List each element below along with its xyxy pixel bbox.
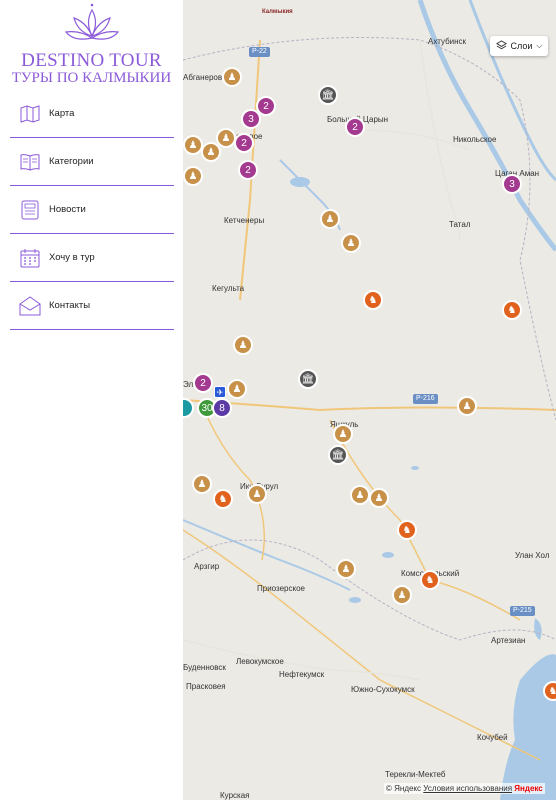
- monument-marker-icon[interactable]: ♟: [392, 585, 412, 605]
- cluster-marker[interactable]: 2: [345, 117, 365, 137]
- monument-marker-icon[interactable]: ♟: [183, 135, 203, 155]
- deer-marker-icon[interactable]: ♞: [363, 290, 383, 310]
- monument-marker-icon[interactable]: ♟: [320, 209, 340, 229]
- monument-marker-icon[interactable]: ♟: [333, 424, 353, 444]
- menu-item-news[interactable]: Новости: [10, 186, 174, 234]
- place-label: Прасковея: [186, 682, 226, 691]
- cluster-marker[interactable]: 2: [238, 160, 258, 180]
- road-badge: Р-215: [510, 606, 535, 616]
- map-top-logo: Калмыкия: [262, 9, 293, 15]
- place-label: Левокумское: [236, 657, 284, 666]
- terms-link[interactable]: Условия использования: [423, 784, 512, 793]
- museum-marker-icon[interactable]: 🏛: [328, 445, 348, 465]
- menu-item-label: Хочу в тур: [49, 252, 95, 263]
- brand-subtitle: ТУРЫ ПО КАЛМЫКИИ: [11, 70, 172, 86]
- place-label: Южно-Сухокумск: [351, 685, 415, 694]
- layers-icon: [495, 39, 507, 53]
- deer-marker-icon[interactable]: ♞: [397, 520, 417, 540]
- newspaper-icon: [19, 199, 41, 221]
- place-label: Абганерово: [183, 73, 227, 82]
- copyright-text: © Яндекс: [386, 784, 422, 793]
- place-label: Кегульта: [212, 284, 245, 293]
- deer-marker-icon[interactable]: ♞: [502, 300, 522, 320]
- monument-marker-icon[interactable]: ♟: [336, 559, 356, 579]
- lotus-logo-icon: [0, 2, 183, 57]
- monument-marker-icon[interactable]: ♟: [369, 488, 389, 508]
- deer-marker-icon[interactable]: ♞: [213, 489, 233, 509]
- place-label: Приозерское: [257, 584, 305, 593]
- yandex-logo[interactable]: Яндекс: [514, 784, 542, 793]
- calendar-icon: [19, 247, 41, 269]
- monument-marker-icon[interactable]: ♟: [192, 474, 212, 494]
- monument-marker-icon[interactable]: ♟: [183, 166, 203, 186]
- airport-icon[interactable]: ✈: [214, 386, 226, 398]
- layers-label: Слои: [510, 41, 533, 51]
- cluster-marker[interactable]: 3: [502, 174, 522, 194]
- place-label: Курская: [220, 791, 250, 800]
- museum-marker-icon[interactable]: 🏛: [318, 85, 338, 105]
- cluster-marker[interactable]: 2: [234, 133, 254, 153]
- monument-marker-icon[interactable]: ♟: [227, 379, 247, 399]
- menu-item-label: Контакты: [49, 300, 91, 311]
- menu-item-tour-request[interactable]: Хочу в тур: [10, 234, 174, 282]
- layers-button[interactable]: Слои ⌵: [490, 36, 548, 56]
- cluster-marker[interactable]: 3: [241, 109, 261, 129]
- menu-item-map[interactable]: Карта: [10, 90, 174, 138]
- sidebar: DESTINO TOUR ТУРЫ ПО КАЛМЫКИИ Карта Кате…: [0, 0, 183, 800]
- monument-marker-icon[interactable]: ♟: [341, 233, 361, 253]
- map-copyright: © Яндекс Условия использования Яндекс: [384, 783, 545, 794]
- place-label: Улан Хол: [515, 551, 550, 560]
- mail-icon: [19, 295, 41, 317]
- place-label: Нефтекумск: [279, 670, 325, 679]
- menu-item-contacts[interactable]: Контакты: [10, 282, 174, 330]
- deer-marker-icon[interactable]: ♞: [543, 681, 556, 701]
- cluster-marker[interactable]: 8: [212, 398, 232, 418]
- monument-marker-icon[interactable]: ♟: [350, 485, 370, 505]
- menu-item-label: Категории: [49, 156, 94, 167]
- place-label: Никольское: [453, 135, 497, 144]
- place-label: Ахтубинск: [428, 37, 467, 46]
- monument-marker-icon[interactable]: ♟: [457, 396, 477, 416]
- place-label: Арзгир: [194, 562, 220, 571]
- place-label: Кочубей: [477, 733, 508, 742]
- museum-marker-icon[interactable]: 🏛: [298, 369, 318, 389]
- menu-item-label: Карта: [49, 108, 75, 119]
- brand-title: DESTINO TOUR: [21, 50, 162, 71]
- main-menu: Карта Категории Новости Хочу в тур Конта…: [10, 90, 174, 330]
- place-label: Кетченеры: [224, 216, 265, 225]
- cluster-marker[interactable]: 2: [193, 373, 213, 393]
- chevron-down-icon: ⌵: [536, 41, 543, 50]
- deer-marker-icon[interactable]: ♞: [420, 570, 440, 590]
- monument-marker-icon[interactable]: ♟: [201, 142, 221, 162]
- place-label: Артезиан: [491, 636, 526, 645]
- place-label: Терекли-Мектеб: [385, 770, 446, 779]
- road-badge: Р-22: [249, 47, 270, 57]
- menu-item-label: Новости: [49, 204, 86, 215]
- menu-item-categories[interactable]: Категории: [10, 138, 174, 186]
- monument-marker-icon[interactable]: ♟: [233, 335, 253, 355]
- road-badge: Р-216: [413, 394, 438, 404]
- place-label: Татал: [449, 220, 471, 229]
- map-icon: [19, 103, 41, 125]
- place-label: Буденновск: [183, 663, 226, 672]
- monument-marker-icon[interactable]: ♟: [247, 484, 267, 504]
- monument-marker-icon[interactable]: ♟: [222, 67, 242, 87]
- book-icon: [19, 151, 41, 173]
